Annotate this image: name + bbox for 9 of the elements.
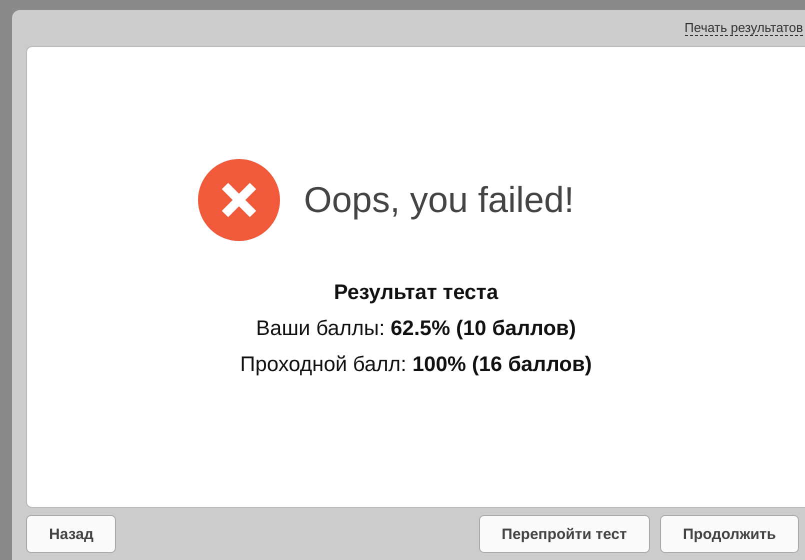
back-button[interactable]: Назад [26, 515, 116, 553]
print-results-link[interactable]: Печать результатов [684, 20, 803, 36]
retake-button[interactable]: Перепройти тест [478, 515, 650, 553]
score-line: Ваши баллы: 62.5% (10 баллов) [256, 317, 576, 341]
error-icon [198, 159, 280, 241]
continue-button[interactable]: Продолжить [660, 515, 799, 553]
result-message: Oops, you failed! [304, 179, 574, 221]
score-line: Проходной балл: 100% (16 баллов) [240, 353, 592, 377]
result-heading: Результат теста [334, 281, 498, 305]
